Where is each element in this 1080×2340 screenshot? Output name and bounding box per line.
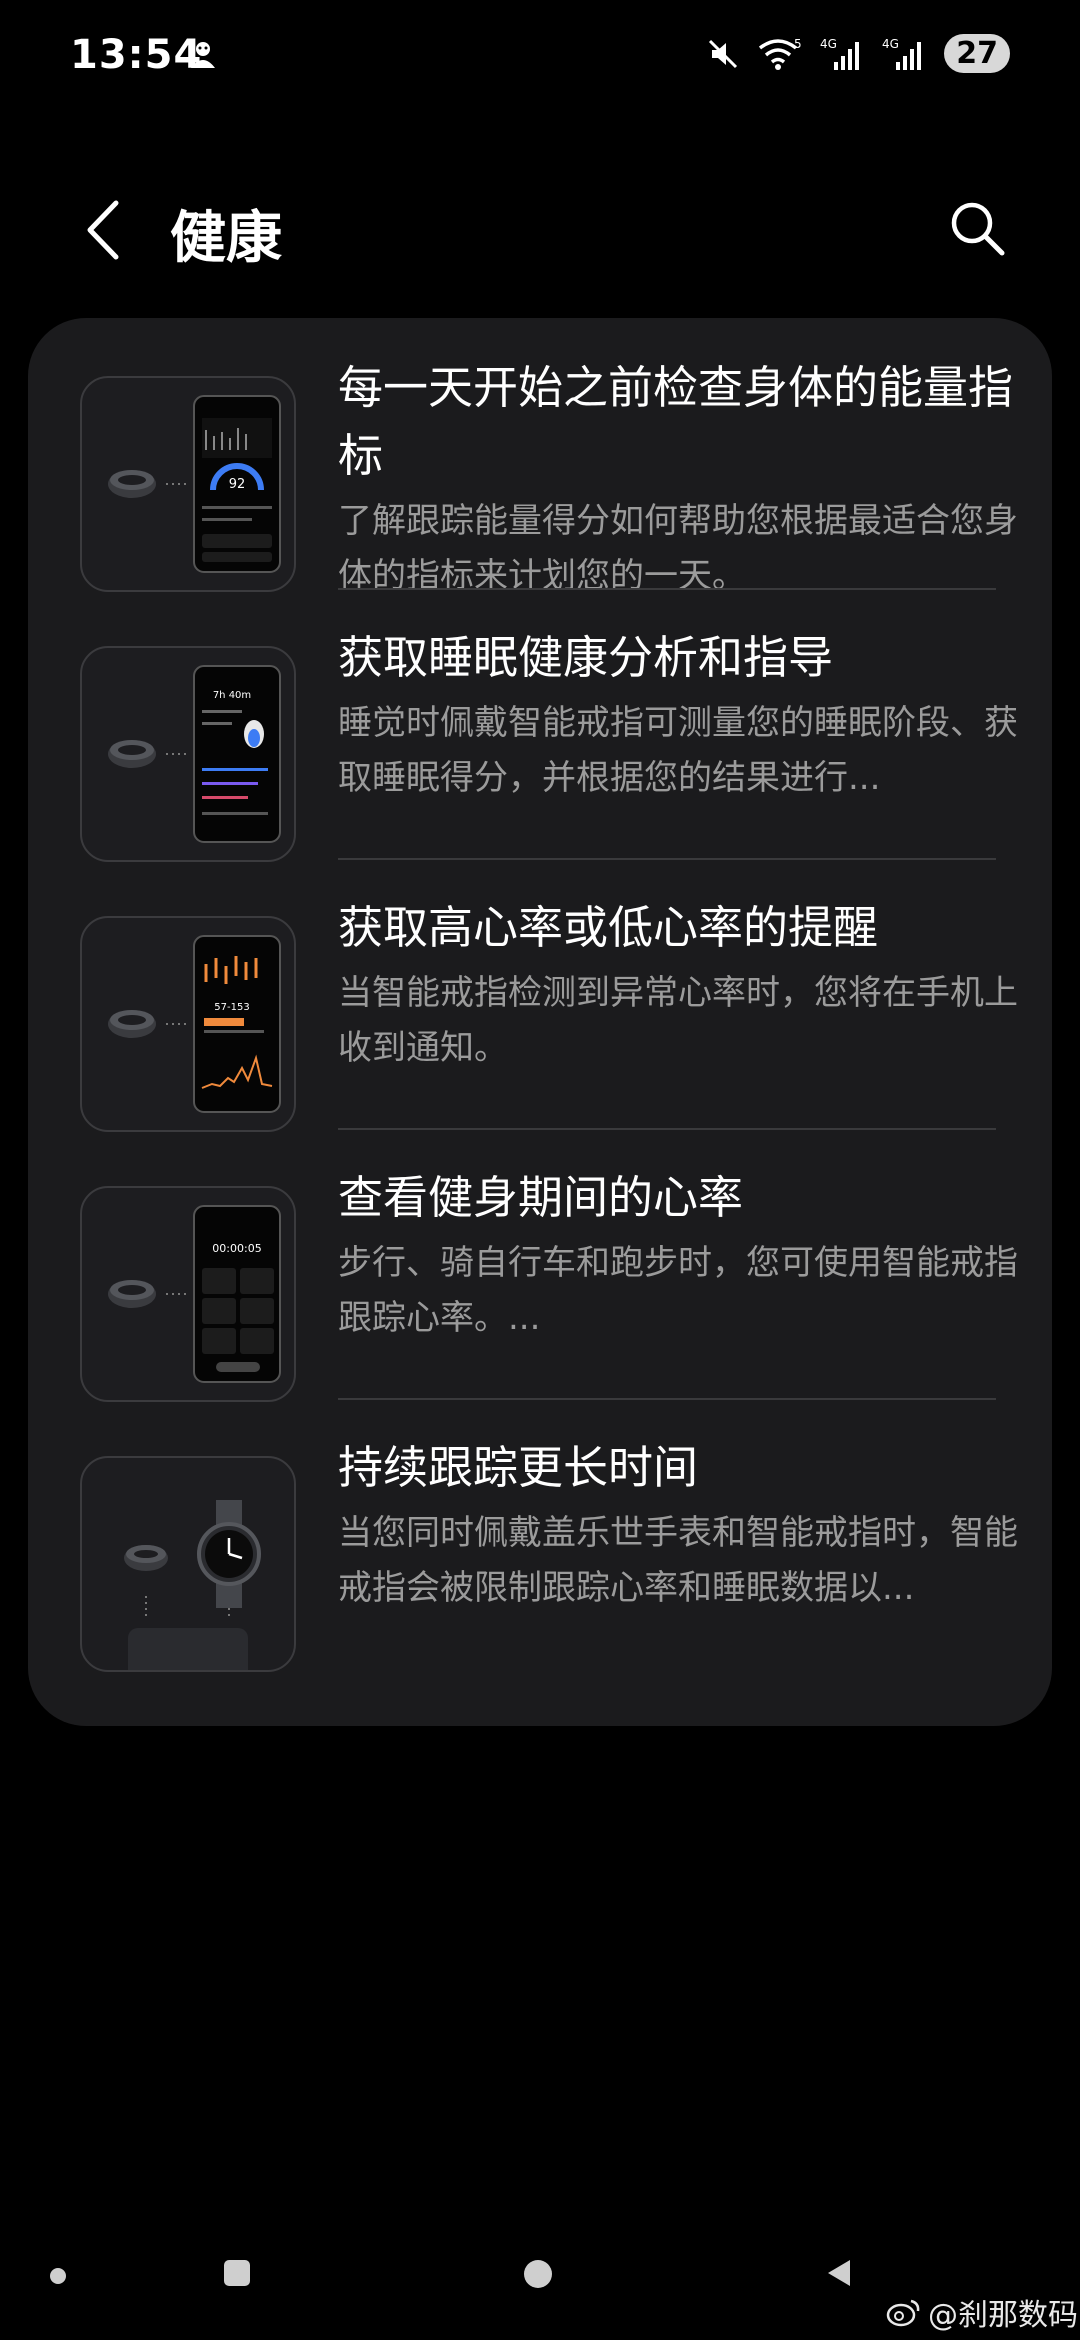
ring-phone-illustration: 57-153 [108,935,281,1113]
list-item-longer-tracking[interactable]: 持续跟踪更长时间 当您同时佩戴盖乐世手表和智能戒指时，智能戒指会被限制跟踪心率和… [28,1398,1052,1672]
signal-2-4g-label: 4G [882,37,899,51]
item-description: 步行、骑自行车和跑步时，您可使用智能戒指跟踪心率。... [338,1243,1018,1338]
status-time: 13:54 [70,32,203,78]
signal-4g-icon-2: 4G [882,36,926,72]
item-description: 当您同时佩戴盖乐世手表和智能戒指时，智能戒指会被限制跟踪心率和睡眠数据以... [338,1513,1018,1608]
item-description: 当智能戒指检测到异常心率时，您将在手机上收到通知。 [338,973,1018,1068]
thumbnail-watch-ring [80,1456,296,1672]
list-item-energy-score[interactable]: 92 每一天开始之前检查身体的能量指标 了解跟踪能量得分如何帮助您根据最适合您身… [28,318,1052,596]
list-item-sleep-analysis[interactable]: 7h 40m 获取睡眠健康分析和指导 睡觉时佩戴智能戒指可测量您的睡眠阶段、获取… [28,588,1052,862]
nav-recents-icon[interactable] [224,2260,250,2286]
item-title: 查看健身期间的心率 [338,1171,744,1224]
ring-phone-illustration: 7h 40m [108,665,281,843]
nav-back-icon[interactable] [826,2258,854,2288]
ring-phone-illustration: 92 [108,395,281,573]
search-icon[interactable] [948,199,1006,257]
wifi-icon: 5 [758,36,802,72]
item-description: 睡觉时佩戴智能戒指可测量您的睡眠阶段、获取睡眠得分，并根据您的结果进行... [338,703,1018,798]
app-header: 健康 [0,185,1080,275]
item-title: 持续跟踪更长时间 [338,1441,699,1494]
battery-level: 27 [944,34,1010,73]
thumbnail-energy-score: 92 [80,376,296,592]
thumb-energy-value: 92 [229,477,246,492]
watch-ring-phone-illustration [124,1500,261,1670]
thumbnail-sleep: 7h 40m [80,646,296,862]
item-title: 获取睡眠健康分析和指导 [338,631,834,684]
weibo-logo-icon [886,2299,920,2327]
thumbnail-heart-rate-alerts: 57-153 [80,916,296,1132]
status-bar: 13:54 5 4G 4G 27 [0,0,1080,120]
nav-assistant-dot-icon[interactable] [50,2268,66,2284]
watermark: @刹那数码 [886,2290,1078,2334]
thumb-sleep-value: 7h 40m [213,690,251,701]
wifi-5-label: 5 [794,37,802,51]
watermark-text: @刹那数码 [928,2298,1078,2333]
list-item-workout-heart-rate[interactable]: 00:00:05 查看健身期间的心率 步行、骑自行车和跑步时，您可使用智能戒指跟… [28,1128,1052,1402]
thumb-workout-value: 00:00:05 [212,1242,261,1255]
thumbnail-workout: 00:00:05 [80,1186,296,1402]
health-features-card: 92 每一天开始之前检查身体的能量指标 了解跟踪能量得分如何帮助您根据最适合您身… [28,318,1052,1726]
signal-4g-icon-1: 4G [820,36,864,72]
list-item-heart-rate-alerts[interactable]: 57-153 获取高心率或低心率的提醒 当智能戒指检测到异常心率时，您将在手机上… [28,858,1052,1132]
back-arrow-icon[interactable] [80,197,130,263]
page-title: 健康 [170,206,282,271]
thumb-heart-value: 57-153 [214,1002,249,1013]
mute-icon [706,37,740,71]
ring-phone-illustration: 00:00:05 [108,1205,281,1383]
item-title: 每一天开始之前检查身体的能量指标 [338,361,1014,482]
notification-app-icon [191,42,215,68]
item-title: 获取高心率或低心率的提醒 [338,901,879,954]
nav-home-icon[interactable] [524,2260,552,2288]
signal-1-4g-label: 4G [820,37,837,51]
